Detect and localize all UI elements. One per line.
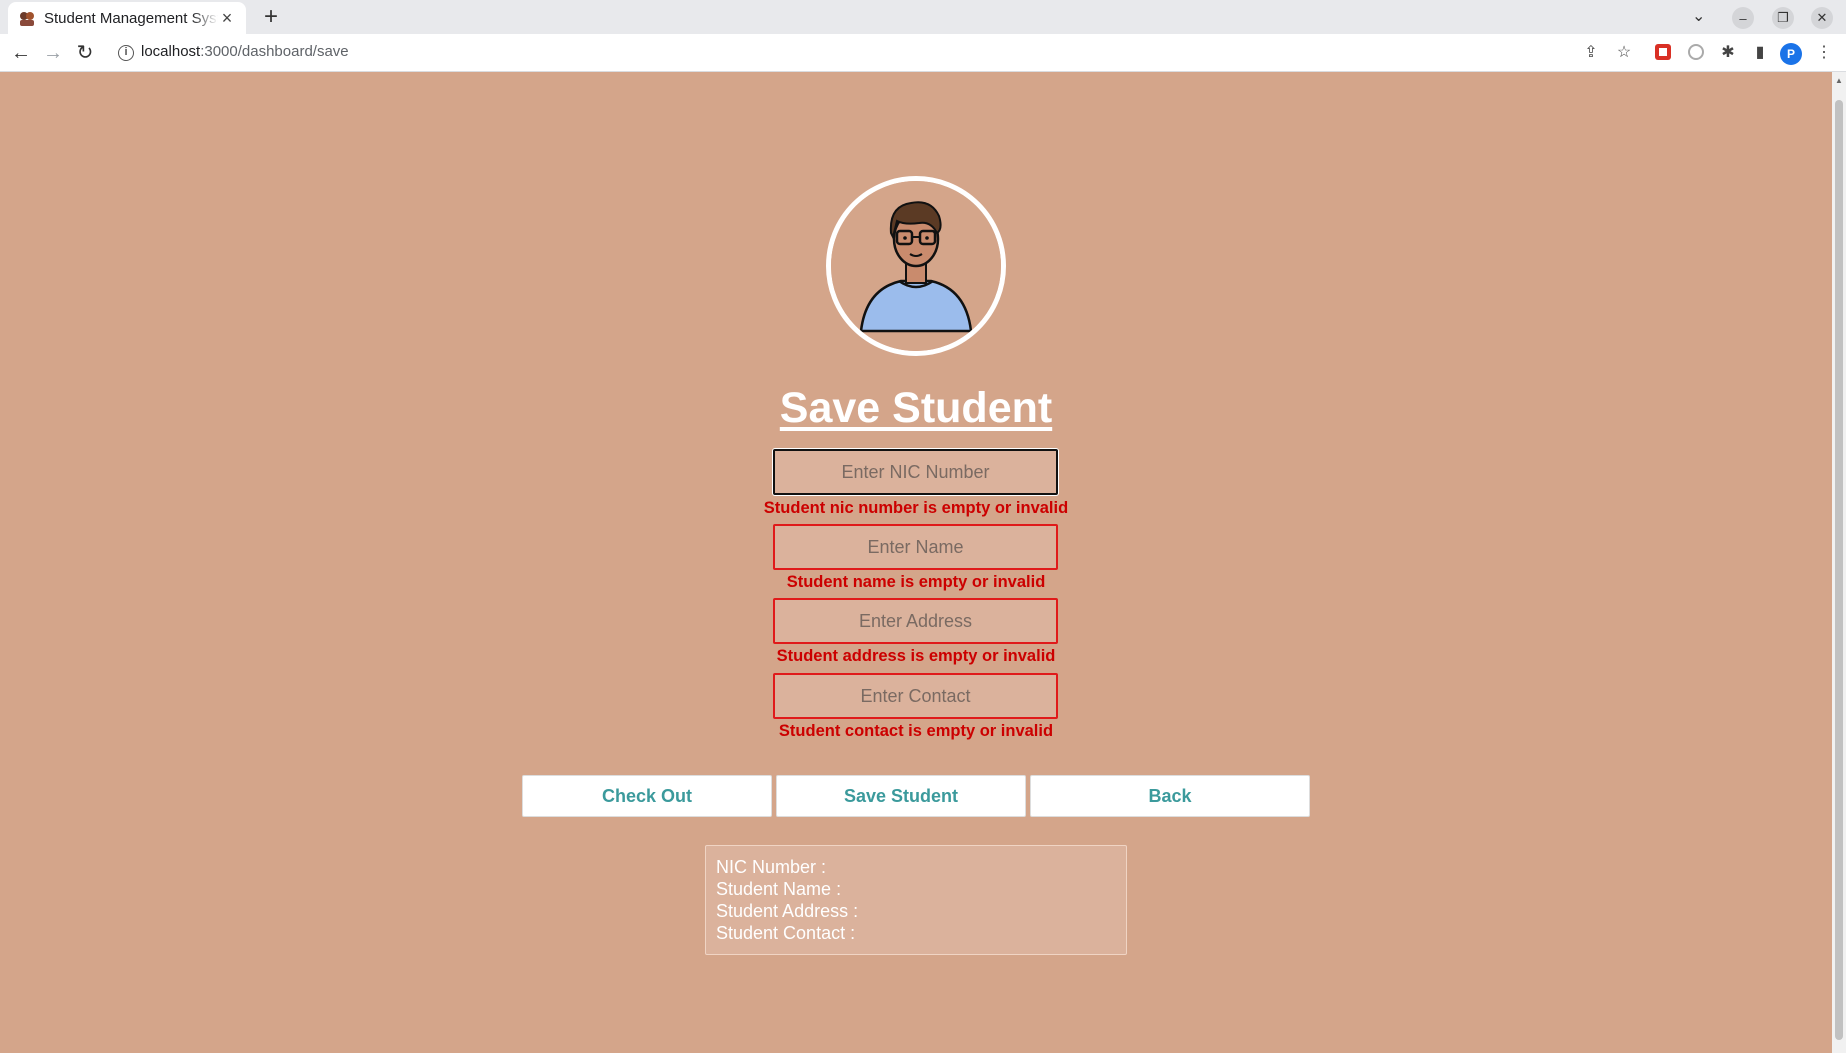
tab-close-icon[interactable]: × <box>218 9 236 27</box>
scrollbar-thumb[interactable] <box>1835 100 1843 1040</box>
profile-avatar[interactable]: P <box>1780 43 1802 65</box>
summary-name: Student Name : <box>716 879 842 899</box>
nic-number-input[interactable] <box>773 449 1058 495</box>
name-error-message: Student name is empty or invalid <box>786 573 1046 591</box>
student-avatar <box>826 176 1006 356</box>
site-info-icon[interactable]: i <box>118 45 134 61</box>
tab-title: Student Management System <box>44 9 218 27</box>
browser-tab-bar: Student Management System × + ⌄ – ❐ ✕ <box>0 0 1846 34</box>
restore-icon[interactable]: ❐ <box>1772 7 1794 29</box>
contact-input[interactable] <box>773 673 1058 719</box>
url-host: localhost <box>141 43 201 60</box>
browser-toolbar: ← → ↻ i localhost:3000/dashboard/save ⇪ … <box>0 34 1846 72</box>
summary-contact: Student Contact : <box>716 923 856 943</box>
star-icon[interactable]: ☆ <box>1614 43 1634 63</box>
check-out-button[interactable]: Check Out <box>522 775 772 817</box>
address-bar[interactable]: localhost:3000/dashboard/save <box>141 43 349 60</box>
save-student-button[interactable]: Save Student <box>776 775 1026 817</box>
summary-nic: NIC Number : <box>716 857 827 877</box>
scroll-up-icon[interactable]: ▲ <box>1835 76 1843 85</box>
back-button[interactable]: Back <box>1030 775 1310 817</box>
name-input[interactable] <box>773 524 1058 570</box>
menu-icon[interactable]: ⋮ <box>1814 43 1834 63</box>
nic-error-message: Student nic number is empty or invalid <box>763 499 1069 517</box>
back-arrow-icon[interactable]: ← <box>8 41 34 65</box>
summary-address: Student Address : <box>716 901 859 921</box>
side-panel-icon[interactable]: ▮ <box>1750 43 1770 63</box>
browser-tab[interactable]: Student Management System × <box>8 2 246 34</box>
reload-icon[interactable]: ↻ <box>72 41 98 65</box>
forward-arrow-icon[interactable]: → <box>40 41 66 65</box>
student-summary-box: NIC Number : Student Name : Student Addr… <box>705 845 1127 955</box>
extensions-icon[interactable]: ✱ <box>1718 43 1738 63</box>
contact-error-message: Student contact is empty or invalid <box>778 722 1054 740</box>
close-window-icon[interactable]: ✕ <box>1811 7 1833 29</box>
share-icon[interactable]: ⇪ <box>1581 43 1601 63</box>
tab-search-icon[interactable]: ⌄ <box>1692 6 1705 26</box>
vertical-scrollbar[interactable]: ▲ <box>1832 72 1846 1053</box>
tab-favicon-icon <box>20 12 34 26</box>
address-error-message: Student address is empty or invalid <box>776 647 1056 665</box>
extension-grey-icon[interactable] <box>1686 43 1706 63</box>
new-tab-button[interactable]: + <box>258 4 284 30</box>
page-content: Save Student Student nic number is empty… <box>0 72 1832 1053</box>
url-path: :3000/dashboard/save <box>200 43 349 60</box>
extension-red-icon[interactable] <box>1653 43 1673 63</box>
page-title: Save Student <box>779 384 1053 432</box>
address-input[interactable] <box>773 598 1058 644</box>
minimize-icon[interactable]: – <box>1732 7 1754 29</box>
